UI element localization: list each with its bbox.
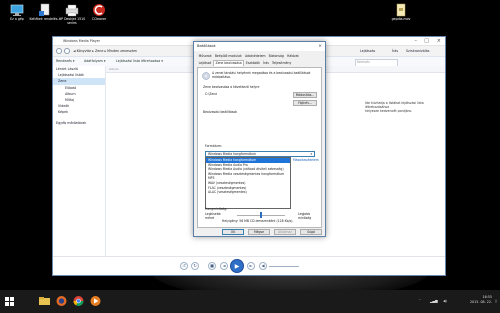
- copy-protection-link[interactable]: Másolásvédelem: [293, 158, 319, 163]
- window-title: Windows Media Player: [63, 39, 100, 43]
- close-icon[interactable]: ×: [437, 37, 441, 45]
- forward-button[interactable]: [64, 48, 70, 54]
- rip-description: A zenei tárolási helyének megadása és a …: [212, 71, 311, 79]
- format-option[interactable]: ALAC (veszteségmentes): [206, 190, 290, 195]
- desktop-icon-label: CCleaner: [91, 17, 107, 21]
- printer-icon: [65, 3, 79, 17]
- tab-library[interactable]: Műsorok: [197, 53, 213, 59]
- desktop-icon-label: gepdia.mov: [391, 17, 411, 21]
- quality-slider-thumb[interactable]: [260, 212, 262, 218]
- options-dialog: Beállítások × Műsorok Beépülő modulok Adat…: [193, 41, 326, 237]
- volume-tray-icon[interactable]: ◀): [443, 290, 447, 313]
- desktop-icon-video-file[interactable]: gepdia.mov: [384, 3, 418, 22]
- cancel-button[interactable]: Mégse: [248, 229, 270, 235]
- media-player-taskbar-icon[interactable]: [89, 294, 102, 308]
- apply-button[interactable]: Alkalmaz: [274, 229, 296, 235]
- tab-devices[interactable]: Eszközök: [244, 60, 261, 66]
- quality-max-label: Legjobb minőség: [298, 212, 312, 220]
- play-icon[interactable]: ▶: [230, 259, 244, 273]
- shuffle-icon[interactable]: ⤮: [180, 262, 188, 270]
- network-icon[interactable]: ▂▄▆: [430, 290, 438, 313]
- location-path: C:\Zene: [205, 92, 218, 96]
- column-album[interactable]: Album: [109, 66, 119, 72]
- stream-menu[interactable]: Adatfolyam ▾: [84, 57, 106, 66]
- clock[interactable]: 16:55 2015. 08. 22.: [460, 295, 492, 305]
- firefox-icon[interactable]: [55, 294, 68, 308]
- repeat-icon[interactable]: ↻: [191, 262, 199, 270]
- sidebar-item-other-libraries[interactable]: Egyéb médiatárak: [53, 120, 105, 126]
- tab-play[interactable]: Lejátszás: [360, 46, 375, 56]
- volume-slider[interactable]: [269, 266, 299, 267]
- tab-burn[interactable]: Írás: [392, 46, 398, 56]
- tab-security[interactable]: Biztonság: [267, 53, 285, 59]
- ok-button[interactable]: OK: [222, 229, 244, 235]
- chrome-icon[interactable]: [72, 294, 85, 308]
- maximize-icon[interactable]: □: [424, 37, 429, 45]
- dialog-title: Beállítások: [197, 44, 216, 48]
- playback-controls: ⤮ ↻ ■ ◄ ▶ ► ◀: [53, 256, 445, 275]
- tab-player[interactable]: Lejátszó: [197, 60, 213, 66]
- minimize-icon[interactable]: –: [415, 37, 418, 45]
- change-location-button[interactable]: Módosítás...: [293, 92, 317, 98]
- quality-info: Helyigény: 56 MB CD-lemezenként (128 Kb/…: [222, 219, 294, 223]
- taskbar: ˄ ▂▄▆ ◀) 16:55 2015. 08. 22. ▯: [0, 290, 500, 313]
- create-playlist-menu[interactable]: Lejátszási lista létrehozása ▾: [116, 57, 163, 66]
- chevron-down-icon: ▾: [310, 152, 312, 156]
- tab-row-1: Műsorok Beépülő modulok Adatvédelem Biztons…: [197, 53, 323, 59]
- format-dropdown-list: Windows Media hangformátum Windows Media…: [205, 157, 291, 209]
- sidebar-item-pictures[interactable]: Képek: [53, 109, 105, 115]
- cd-icon: [202, 72, 210, 80]
- back-button[interactable]: [56, 48, 62, 54]
- close-icon[interactable]: ×: [318, 42, 322, 51]
- breadcrumb[interactable]: ◄ Könyvtár ▸ Zene ▸ Minden zeneszám: [73, 46, 137, 56]
- tab-sync[interactable]: Szinkronizálás: [406, 46, 429, 56]
- format-label: Formátum:: [205, 144, 222, 148]
- rip-music-panel: A zenei tárolási helyének megadása és a …: [197, 67, 322, 228]
- tab-rip-music[interactable]: Zene beolvasása: [212, 60, 245, 66]
- rip-settings-group-label: Beolvasási beállítások: [203, 110, 238, 114]
- computer-icon: [10, 3, 24, 17]
- tab-plugins[interactable]: Beépülő modulok: [213, 53, 243, 59]
- previous-icon[interactable]: ◄: [220, 262, 228, 270]
- windows-start-icon[interactable]: [3, 294, 16, 308]
- tray-arrow-icon[interactable]: ˄: [419, 290, 421, 313]
- tab-privacy[interactable]: Adatvédelem: [243, 53, 267, 59]
- tab-burn[interactable]: Írás: [262, 60, 271, 66]
- format-option[interactable]: Windows Media veszteségmentes hangformát…: [206, 172, 290, 177]
- volume-icon[interactable]: ◀: [259, 262, 267, 270]
- next-icon[interactable]: ►: [247, 262, 255, 270]
- library-sidebar: Lénárt László Lejátszási listák Zene Elő…: [53, 66, 106, 257]
- dialog-titlebar: Beállítások ×: [194, 42, 325, 51]
- location-group-label: Zene beolvasása a következő helyre: [203, 85, 260, 89]
- desktop-icon-ccleaner[interactable]: CCleaner: [82, 3, 116, 22]
- file-name-button[interactable]: Fájlnév...: [293, 100, 317, 106]
- ccleaner-icon: [92, 3, 106, 17]
- tab-network[interactable]: Hálózat: [285, 53, 300, 59]
- document-icon: [38, 3, 52, 17]
- organize-menu[interactable]: Rendezés ▾: [56, 57, 75, 66]
- video-file-icon: [394, 3, 408, 17]
- tab-row-2: Lejátszó Zene beolvasása Eszközök Írás Telje…: [197, 60, 323, 66]
- file-explorer-icon[interactable]: [38, 294, 51, 308]
- clock-date: 2015. 08. 22.: [469, 300, 492, 304]
- notifications-icon[interactable]: ▯: [495, 290, 497, 313]
- stop-icon[interactable]: ■: [208, 262, 216, 270]
- list-pane-hint: Ide húzhatja a listákat lejátszási lista…: [365, 101, 424, 113]
- tab-performance[interactable]: Teljesítmény: [270, 60, 292, 66]
- help-button[interactable]: Súgó: [300, 229, 322, 235]
